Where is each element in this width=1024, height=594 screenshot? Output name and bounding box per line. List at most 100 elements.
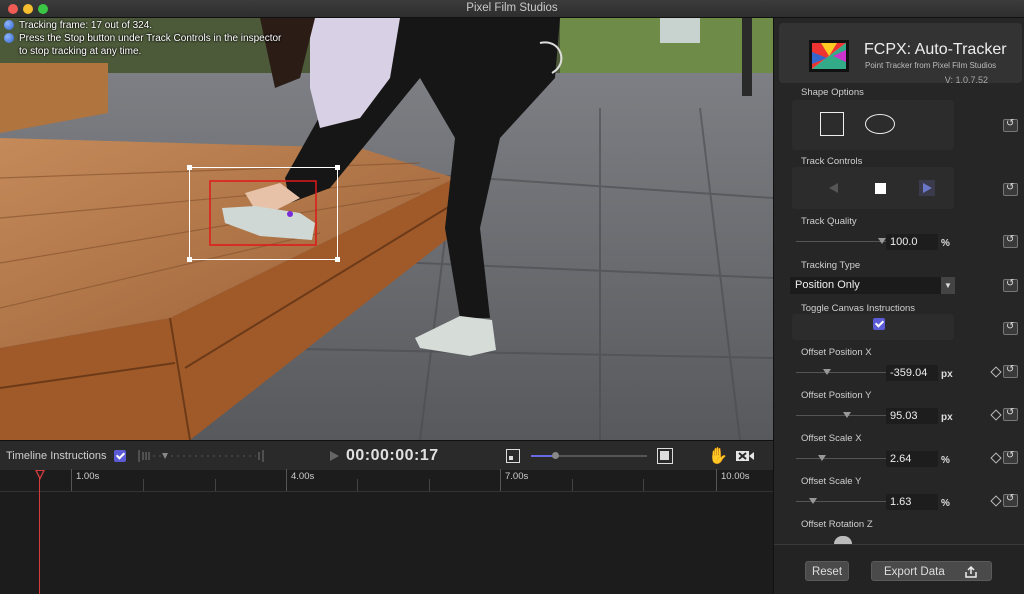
zoom-out-icon[interactable] xyxy=(506,449,520,463)
slider-knob[interactable] xyxy=(878,238,886,244)
slider-knob[interactable] xyxy=(818,455,826,461)
zoom-slider-knob[interactable] xyxy=(552,452,559,459)
zoom-in-icon[interactable] xyxy=(657,448,673,464)
scale-y-value[interactable]: 1.63 xyxy=(886,494,938,510)
track-controls-panel xyxy=(792,167,954,209)
playhead-line[interactable] xyxy=(39,470,40,594)
ruler-tick xyxy=(71,469,72,491)
track-quality-reset-icon[interactable] xyxy=(1003,234,1018,248)
track-quality-label: Track Quality xyxy=(801,216,857,227)
window-title: Pixel Film Studios xyxy=(466,2,558,14)
offset-x-slider[interactable] xyxy=(796,369,886,375)
plugin-version: V: 1.0.7.52 xyxy=(944,75,988,85)
canvas-instructions: Tracking frame: 17 out of 324. Press the… xyxy=(4,19,291,58)
scale-x-slider[interactable] xyxy=(796,455,886,461)
tracking-type-value: Position Only xyxy=(795,279,860,291)
keyframe-icon[interactable] xyxy=(990,366,1002,378)
scale-x-label: Offset Scale X xyxy=(801,433,862,444)
offset-y-label: Offset Position Y xyxy=(801,390,872,401)
tracking-type-label: Tracking Type xyxy=(801,260,861,271)
track-quality-value[interactable]: 100.0 xyxy=(886,234,938,250)
track-forward-button[interactable] xyxy=(919,180,935,196)
toggle-canvas-checkbox[interactable] xyxy=(873,318,885,330)
ruler-tick xyxy=(429,479,430,491)
hand-tool-icon[interactable]: ✋ xyxy=(708,446,728,466)
slider-knob[interactable] xyxy=(823,369,831,375)
timeline-controls-bar: Timeline Instructions 00:00:00:17 ✋ xyxy=(0,440,773,470)
bbox-handle-tr[interactable] xyxy=(335,165,340,170)
share-icon xyxy=(965,566,977,578)
slider-knob[interactable] xyxy=(809,498,817,504)
toggle-canvas-reset-icon[interactable] xyxy=(1003,321,1018,335)
offset-x-reset-icon[interactable] xyxy=(1003,364,1018,378)
scale-x-reset-icon[interactable] xyxy=(1003,450,1018,464)
rotation-dial[interactable] xyxy=(834,536,852,544)
jog-scrubber[interactable] xyxy=(138,450,264,462)
export-data-label: Export Data xyxy=(884,566,945,578)
scale-y-reset-icon[interactable] xyxy=(1003,493,1018,507)
scale-y-slider[interactable] xyxy=(796,498,886,504)
ruler-label: 4.00s xyxy=(291,471,315,482)
slider-knob[interactable] xyxy=(843,412,851,418)
rectangle-shape-button[interactable] xyxy=(820,112,844,136)
track-backward-icon[interactable] xyxy=(829,183,838,193)
timecode-display: 00:00:00:17 xyxy=(346,447,439,464)
plugin-header: FCPX: Auto-Tracker Point Tracker from Pi… xyxy=(779,23,1022,85)
ruler-tick xyxy=(286,469,287,491)
shape-options-label: Shape Options xyxy=(801,87,864,98)
reset-button[interactable]: Reset xyxy=(805,561,849,581)
track-quality-slider[interactable] xyxy=(796,238,886,244)
video-frame xyxy=(0,18,773,440)
track-controls-reset-icon[interactable] xyxy=(1003,182,1018,196)
ruler-tick xyxy=(643,479,644,491)
export-data-button[interactable]: Export Data xyxy=(871,561,992,581)
bullet-icon xyxy=(4,33,14,43)
camera-off-icon[interactable] xyxy=(735,448,755,464)
timeline-ruler[interactable]: 1.00s 4.00s 7.00s 10.00s xyxy=(0,469,773,492)
tracking-type-reset-icon[interactable] xyxy=(1003,278,1018,292)
offset-y-slider[interactable] xyxy=(796,412,886,418)
offset-y-value[interactable]: 95.03 xyxy=(886,408,938,424)
ruler-label: 7.00s xyxy=(505,471,529,482)
track-quality-unit: % xyxy=(941,238,950,249)
zoom-slider[interactable] xyxy=(531,452,647,459)
offset-x-unit: px xyxy=(941,369,953,380)
shape-options-panel xyxy=(792,100,954,150)
scale-x-unit: % xyxy=(941,455,950,466)
ruler-tick xyxy=(572,479,573,491)
keyframe-icon[interactable] xyxy=(990,452,1002,464)
chevron-down-icon: ▼ xyxy=(941,277,955,294)
offset-y-reset-icon[interactable] xyxy=(1003,407,1018,421)
toggle-canvas-label: Toggle Canvas Instructions xyxy=(801,303,916,314)
track-forward-icon xyxy=(923,183,932,193)
video-viewer[interactable]: Tracking frame: 17 out of 324. Press the… xyxy=(0,18,773,440)
scale-y-unit: % xyxy=(941,498,950,509)
tracking-type-select[interactable]: Position Only ▼ xyxy=(790,277,955,294)
inspector-footer: Reset Export Data xyxy=(774,544,1024,594)
track-controls-label: Track Controls xyxy=(801,156,863,167)
offset-y-unit: px xyxy=(941,412,953,423)
toggle-canvas-panel xyxy=(792,314,954,340)
plugin-name: FCPX: Auto-Tracker xyxy=(864,41,1007,58)
scale-y-label: Offset Scale Y xyxy=(801,476,862,487)
offset-x-value[interactable]: -359.04 xyxy=(886,365,938,381)
ruler-tick xyxy=(716,469,717,491)
ruler-tick xyxy=(215,479,216,491)
ellipse-shape-button[interactable] xyxy=(865,114,895,134)
keyframe-icon[interactable] xyxy=(990,495,1002,507)
bbox-handle-tl[interactable] xyxy=(187,165,192,170)
ruler-label: 1.00s xyxy=(76,471,100,482)
bbox-handle-br[interactable] xyxy=(335,257,340,262)
rotation-z-label: Offset Rotation Z xyxy=(801,519,873,530)
timeline-instructions-checkbox[interactable] xyxy=(114,450,126,462)
playhead-handle[interactable] xyxy=(35,470,45,480)
keyframe-icon[interactable] xyxy=(990,409,1002,421)
play-icon[interactable] xyxy=(330,451,339,461)
timeline[interactable]: 1.00s 4.00s 7.00s 10.00s xyxy=(0,469,773,594)
tracker-point[interactable] xyxy=(287,211,293,217)
scale-x-value[interactable]: 2.64 xyxy=(886,451,938,467)
shape-options-reset-icon[interactable] xyxy=(1003,118,1018,132)
ruler-tick xyxy=(500,469,501,491)
stop-tracking-icon[interactable] xyxy=(875,183,886,194)
bbox-handle-bl[interactable] xyxy=(187,257,192,262)
